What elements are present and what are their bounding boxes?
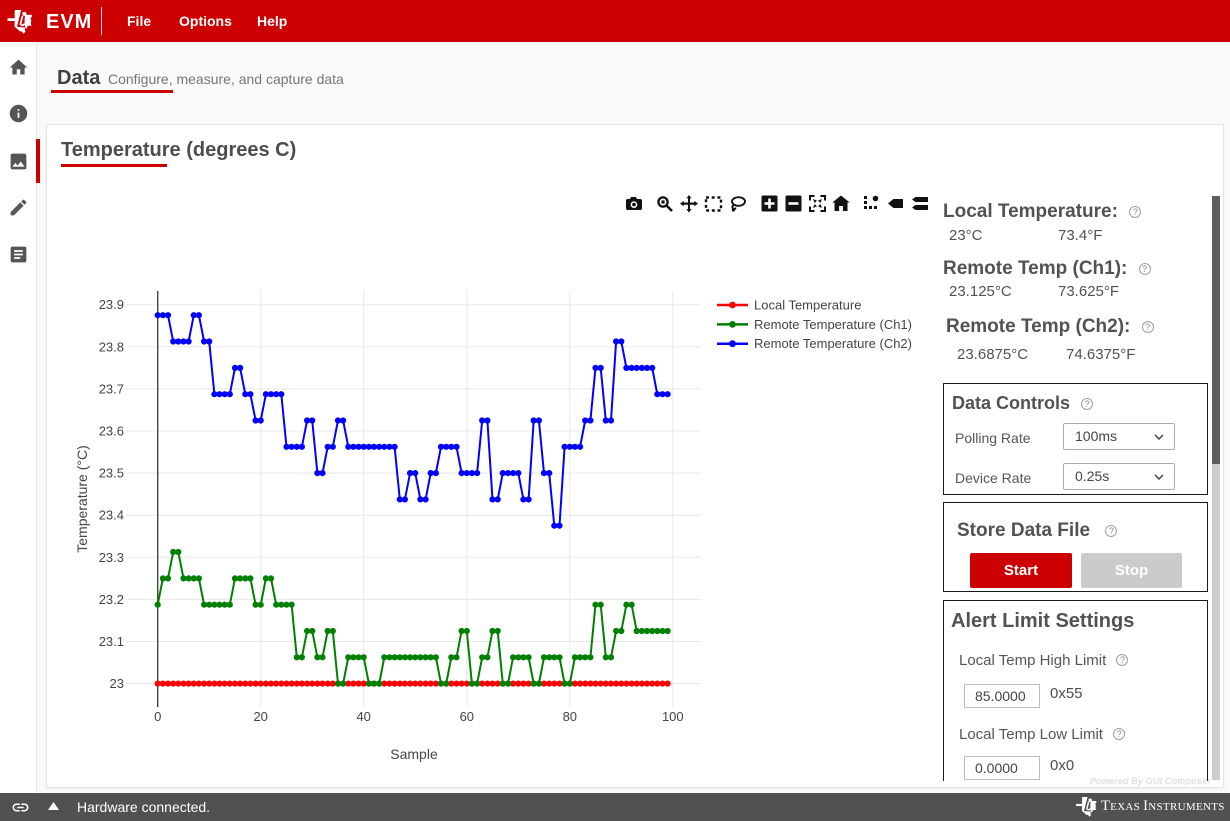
svg-text:23.2: 23.2: [99, 592, 124, 607]
svg-text:23.1: 23.1: [99, 634, 124, 649]
svg-text:80: 80: [563, 709, 577, 724]
svg-text:20: 20: [253, 709, 267, 724]
svg-text:23.3: 23.3: [99, 550, 124, 565]
svg-text:Remote Temperature (Ch2): Remote Temperature (Ch2): [754, 336, 912, 351]
svg-text:23.9: 23.9: [99, 297, 124, 312]
svg-text:60: 60: [460, 709, 474, 724]
svg-text:23.6: 23.6: [99, 424, 124, 439]
svg-text:100: 100: [662, 709, 684, 724]
svg-text:0: 0: [154, 709, 161, 724]
svg-text:Sample: Sample: [390, 746, 438, 762]
svg-text:23: 23: [110, 676, 124, 691]
svg-text:Remote Temperature (Ch1): Remote Temperature (Ch1): [754, 317, 912, 332]
svg-text:23.8: 23.8: [99, 339, 124, 354]
svg-text:23.4: 23.4: [99, 508, 124, 523]
svg-text:40: 40: [356, 709, 370, 724]
svg-text:23.7: 23.7: [99, 381, 124, 396]
svg-text:Temperature (°C): Temperature (°C): [74, 445, 90, 553]
svg-text:Local Temperature: Local Temperature: [754, 298, 861, 313]
svg-text:23.5: 23.5: [99, 466, 124, 481]
